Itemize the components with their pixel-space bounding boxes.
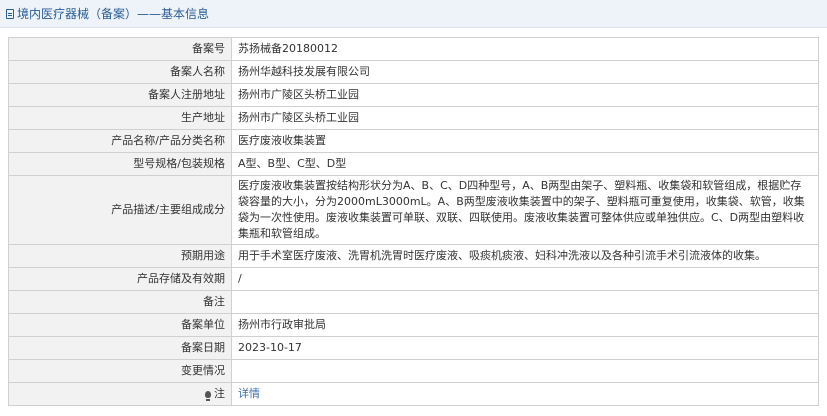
filing-number-label: 备案号: [8, 37, 232, 61]
lightbulb-icon: [205, 391, 211, 401]
filing-date-label: 备案日期: [8, 336, 232, 360]
table-row: 备案号 苏扬械备20180012: [8, 37, 819, 61]
table-row: 产品名称/产品分类名称 医疗废液收集装置: [8, 129, 819, 153]
storage-validity-label: 产品存储及有效期: [8, 267, 232, 291]
details-link[interactable]: 详情: [238, 387, 260, 400]
model-spec-label: 型号规格/包装规格: [8, 152, 232, 176]
registrant-address-value: 扬州市广陵区头桥工业园: [231, 83, 819, 107]
filing-date-value: 2023-10-17: [231, 336, 819, 360]
table-row: 型号规格/包装规格 A型、B型、C型、D型: [8, 152, 819, 176]
registrant-name-value: 扬州华越科技发展有限公司: [231, 60, 819, 84]
intended-use-value: 用于手术室医疗废液、洗胃机洗胃时医疗废液、吸痰机痰液、妇科冲洗液以及各种引流手术…: [231, 244, 819, 268]
product-description-value: 医疗废液收集装置按结构形状分为A、B、C、D四种型号，A、B两型由架子、塑料瓶、…: [231, 175, 819, 245]
change-history-value: [231, 359, 819, 383]
note-label: 注: [214, 387, 225, 400]
table-row: 备案人注册地址 扬州市广陵区头桥工业园: [8, 83, 819, 107]
table-row: 产品描述/主要组成成分 医疗废液收集装置按结构形状分为A、B、C、D四种型号，A…: [8, 175, 819, 245]
remarks-value: [231, 290, 819, 314]
table-row: 备案日期 2023-10-17: [8, 336, 819, 360]
storage-validity-value: /: [231, 267, 819, 291]
page-title: 境内医疗器械（备案）——基本信息: [17, 7, 210, 21]
product-description-label: 产品描述/主要组成成分: [8, 175, 232, 245]
document-icon: [6, 8, 14, 19]
production-address-label: 生产地址: [8, 106, 232, 130]
registrant-name-label: 备案人名称: [8, 60, 232, 84]
note-label-cell: 注: [8, 382, 232, 406]
production-address-value: 扬州市广陵区头桥工业园: [231, 106, 819, 130]
page-header: 境内医疗器械（备案）——基本信息: [0, 0, 827, 28]
intended-use-label: 预期用途: [8, 244, 232, 268]
product-name-label: 产品名称/产品分类名称: [8, 129, 232, 153]
table-row: 备注: [8, 290, 819, 314]
record-info-table: 备案号 苏扬械备20180012 备案人名称 扬州华越科技发展有限公司 备案人注…: [8, 37, 819, 406]
model-spec-value: A型、B型、C型、D型: [231, 152, 819, 176]
filing-number-value: 苏扬械备20180012: [231, 37, 819, 61]
table-row: 注 详情: [8, 382, 819, 406]
table-row: 变更情况: [8, 359, 819, 383]
table-row: 备案单位 扬州市行政审批局: [8, 313, 819, 337]
filing-unit-value: 扬州市行政审批局: [231, 313, 819, 337]
table-row: 生产地址 扬州市广陵区头桥工业园: [8, 106, 819, 130]
remarks-label: 备注: [8, 290, 232, 314]
note-value-cell: 详情: [231, 382, 819, 406]
change-history-label: 变更情况: [8, 359, 232, 383]
registrant-address-label: 备案人注册地址: [8, 83, 232, 107]
table-row: 预期用途 用于手术室医疗废液、洗胃机洗胃时医疗废液、吸痰机痰液、妇科冲洗液以及各…: [8, 244, 819, 268]
table-row: 产品存储及有效期 /: [8, 267, 819, 291]
product-name-value: 医疗废液收集装置: [231, 129, 819, 153]
table-row: 备案人名称 扬州华越科技发展有限公司: [8, 60, 819, 84]
filing-unit-label: 备案单位: [8, 313, 232, 337]
